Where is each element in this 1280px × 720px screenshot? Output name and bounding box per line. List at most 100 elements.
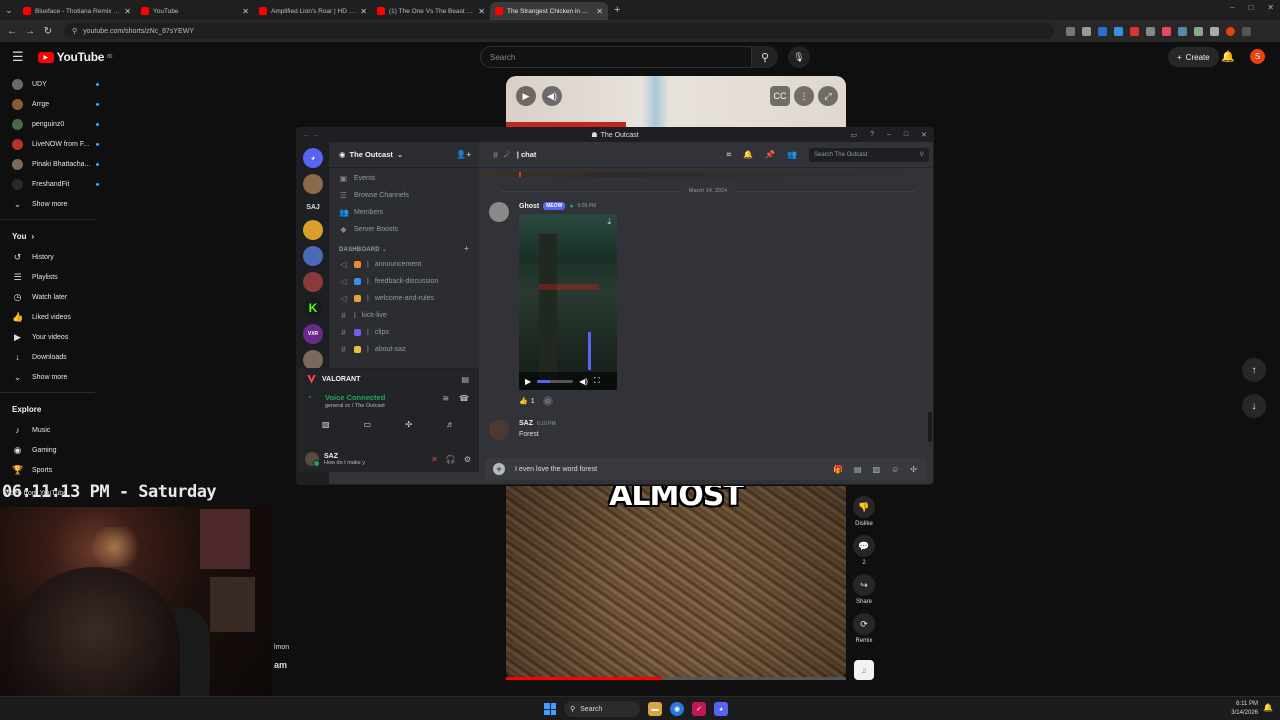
profile-icon[interactable] — [1226, 26, 1235, 36]
mute-icon[interactable]: ✕ — [431, 455, 438, 464]
channel-item[interactable]: # | kick-live — [329, 307, 479, 324]
channel-item[interactable]: ◁ | welcome-and-rules — [329, 290, 479, 307]
show-more-subscriptions[interactable]: ⌄ Show more — [0, 194, 250, 214]
activities-icon[interactable]: ✣ — [396, 417, 422, 431]
bookmark-star-icon[interactable] — [1082, 26, 1091, 36]
server-nav-item[interactable]: 👥 Members — [329, 204, 479, 221]
browser-tab[interactable]: YouTube ✕ — [136, 2, 254, 20]
server-header[interactable]: ◉ The Outcast ⌄ 👤+ — [329, 142, 479, 168]
url-field[interactable]: ⚲ youtube.com/shorts/zNc_87sYEWY — [64, 23, 1054, 39]
kick-server-icon[interactable]: K — [303, 298, 323, 318]
reaction-thumbs-up[interactable]: 👍 1 — [519, 397, 535, 406]
notifications-bell-icon[interactable]: 🔔 — [1221, 50, 1235, 63]
threads-icon[interactable]: ⌗ — [727, 150, 732, 160]
taskbar-search[interactable]: ⚲ Search — [564, 701, 640, 717]
maximize-icon[interactable]: □ — [904, 131, 908, 139]
you-section-header[interactable]: You › — [0, 225, 250, 247]
sidebar-item[interactable]: ◷ Watch later — [0, 287, 250, 307]
share-icon[interactable]: ↪ — [853, 574, 875, 596]
subscription-item[interactable]: penguinz0 — [0, 114, 250, 134]
back-forward-icons[interactable]: ← → — [303, 132, 319, 139]
extension-teal-icon[interactable] — [1178, 26, 1187, 36]
play-icon[interactable]: ▶ — [516, 86, 536, 106]
sound-remix-thumbnail[interactable]: ♫ — [854, 660, 874, 680]
notification-center-icon[interactable]: 🔔 — [1263, 703, 1273, 712]
extension-red-icon[interactable] — [1130, 26, 1139, 36]
add-reaction-icon[interactable]: ☺ — [542, 396, 553, 406]
discord-taskbar-icon[interactable]: ◕ — [714, 702, 728, 716]
close-icon[interactable]: ✕ — [1267, 3, 1274, 12]
more-options-icon[interactable]: ⋮ — [794, 86, 814, 106]
message-composer[interactable]: + I even love the word forest 🎁 ▤ ▨ ☺ ✣ — [485, 458, 927, 480]
minimize-icon[interactable]: – — [887, 131, 891, 139]
gift-icon[interactable]: 🎁 — [833, 465, 843, 474]
tab-close-icon[interactable]: ✕ — [360, 7, 367, 16]
tab-close-icon[interactable]: ✕ — [478, 7, 485, 16]
apps-icon[interactable]: ✣ — [910, 465, 917, 474]
tab-close-icon[interactable]: ✕ — [596, 7, 603, 16]
inbox-icon[interactable]: ▭ — [850, 131, 857, 139]
create-channel-icon[interactable]: + — [464, 244, 469, 253]
tab-search-icon[interactable]: ⌄ — [0, 0, 18, 20]
browser-menu-icon[interactable] — [1242, 26, 1251, 36]
show-more-you[interactable]: ⌄ Show more — [0, 367, 250, 387]
user-avatar[interactable] — [489, 202, 509, 222]
sidebar-item[interactable]: ☰ Playlists — [0, 267, 250, 287]
voice-channel[interactable]: general vc / The Outcast — [325, 403, 479, 409]
gif-icon[interactable]: ▤ — [854, 465, 862, 474]
short-video-bottom[interactable]: ALMOST — [506, 486, 846, 680]
reload-icon[interactable]: ↻ — [42, 26, 54, 37]
search-input[interactable]: Search — [480, 46, 752, 68]
browser-tab[interactable]: (1) The One Vs The Beast | Ku ✕ — [372, 2, 490, 20]
server-nav-item[interactable]: ◆ Server Boosts — [329, 221, 479, 238]
cast-icon[interactable] — [1066, 26, 1075, 36]
disconnect-icon[interactable]: ☎ — [459, 394, 469, 403]
browser-tab[interactable]: Amplified Lion's Roar | HD Figh ✕ — [254, 2, 372, 20]
channel-item[interactable]: # | clips — [329, 324, 479, 341]
video-progress[interactable] — [537, 379, 574, 383]
sidebar-item[interactable]: ↺ History — [0, 247, 250, 267]
pin-icon[interactable]: 📌 — [765, 150, 775, 159]
comment-icon[interactable]: 💬 — [853, 535, 875, 557]
server-icon[interactable] — [303, 350, 323, 370]
attach-plus-icon[interactable]: + — [493, 463, 505, 475]
server-icon[interactable] — [303, 220, 323, 240]
sidebar-item[interactable]: ↓ Downloads — [0, 347, 250, 367]
forward-icon[interactable]: → — [24, 26, 36, 37]
dislike-icon[interactable]: 👎 — [853, 496, 875, 518]
sidebar-item[interactable]: ◉ Gaming — [0, 440, 250, 460]
vxr-server-icon[interactable]: VXR — [303, 324, 323, 344]
channel-item[interactable]: ◁ | announcement — [329, 256, 479, 273]
menu-icon[interactable]: ☰ — [12, 49, 24, 65]
subscription-item[interactable]: FreshandFit — [0, 174, 250, 194]
file-explorer-icon[interactable]: ▬ — [648, 702, 662, 716]
user-avatar[interactable] — [489, 420, 509, 440]
chat-scrollbar[interactable] — [928, 412, 932, 442]
next-short-button[interactable]: ↓ — [1242, 394, 1266, 418]
download-icon[interactable]: ⤓ — [607, 217, 611, 227]
back-icon[interactable]: ← — [6, 26, 18, 37]
search-button[interactable]: ⚲ — [752, 46, 778, 68]
tab-close-icon[interactable]: ✕ — [242, 7, 249, 16]
close-icon[interactable]: ✕ — [921, 131, 927, 139]
extension-grey-icon[interactable] — [1146, 26, 1155, 36]
windows-start-icon[interactable] — [544, 703, 556, 715]
member-list-icon[interactable]: 👥 — [787, 150, 797, 159]
user-avatar[interactable] — [305, 452, 320, 467]
account-avatar[interactable]: S — [1250, 49, 1265, 64]
sidebar-item[interactable]: 👍 Liked videos — [0, 307, 250, 327]
remix-icon[interactable]: ⟳ — [853, 613, 875, 635]
camera-off-icon[interactable]: ▧ — [313, 417, 339, 431]
help-icon[interactable]: ? — [870, 131, 874, 139]
tab-close-icon[interactable]: ✕ — [124, 7, 131, 16]
play-icon[interactable]: ▶ — [525, 377, 531, 386]
captions-icon[interactable]: CC — [770, 86, 790, 106]
volume-icon[interactable]: ◀) — [579, 377, 588, 386]
sticker-icon[interactable]: ▨ — [873, 465, 881, 474]
browser-tab[interactable]: The Strangest Chicken in Vietn ✕ — [490, 2, 608, 20]
extension-blue-icon[interactable] — [1098, 26, 1107, 36]
subscription-item[interactable]: Arrge — [0, 94, 250, 114]
discord-search-input[interactable]: Search The Outcast ⚲ — [809, 147, 929, 162]
create-button[interactable]: + Create — [1168, 47, 1219, 67]
sidebar-item[interactable]: ♪ Music — [0, 420, 250, 440]
